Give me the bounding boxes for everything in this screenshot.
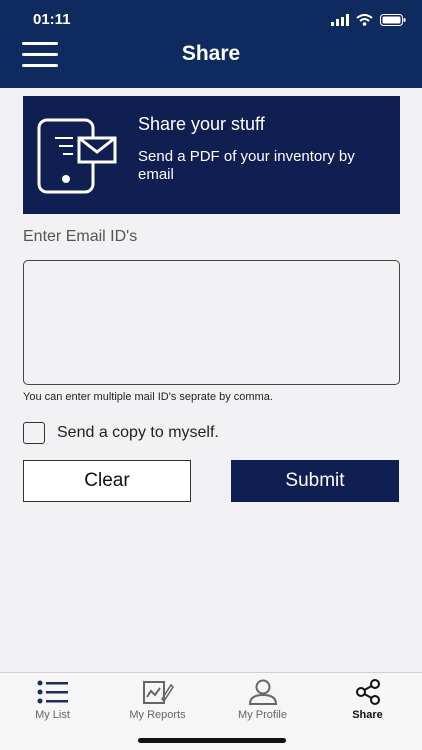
page-title: Share bbox=[181, 42, 241, 65]
tab-label: My Profile bbox=[238, 709, 287, 721]
banner-text: Send a PDF of your inventory by email bbox=[138, 148, 355, 183]
wifi-icon bbox=[356, 14, 373, 26]
list-icon bbox=[37, 680, 68, 704]
tab-my-reports[interactable]: My Reports bbox=[105, 679, 210, 721]
clear-button[interactable]: Clear bbox=[23, 460, 191, 502]
email-label: Enter Email ID's bbox=[23, 228, 138, 245]
tab-label: My Reports bbox=[129, 709, 186, 721]
tab-my-profile[interactable]: My Profile bbox=[210, 679, 315, 721]
signal-icon bbox=[331, 14, 349, 26]
submit-button[interactable]: Submit bbox=[231, 460, 399, 502]
tab-share[interactable]: Share bbox=[315, 679, 420, 721]
profile-icon bbox=[248, 679, 277, 705]
share-banner: Share your stuff Send a PDF of your inve… bbox=[23, 96, 400, 214]
banner-title: Share your stuff bbox=[138, 114, 265, 134]
share-icon bbox=[355, 679, 380, 705]
tab-my-list[interactable]: My List bbox=[0, 679, 105, 721]
send-copy-label: Send a copy to myself. bbox=[57, 424, 219, 441]
status-bar: 01:11 bbox=[0, 11, 422, 31]
app-header: 01:11 Share bbox=[0, 0, 422, 88]
home-indicator[interactable] bbox=[138, 738, 286, 743]
status-time: 01:11 bbox=[33, 11, 71, 28]
status-icons bbox=[331, 14, 406, 26]
tab-label: My List bbox=[35, 709, 70, 721]
send-copy-checkbox[interactable] bbox=[23, 422, 45, 444]
battery-icon bbox=[380, 14, 406, 26]
email-hint: You can enter multiple mail ID's seprate… bbox=[23, 391, 273, 403]
send-copy-row[interactable]: Send a copy to myself. bbox=[23, 422, 219, 444]
reports-icon bbox=[142, 681, 174, 704]
email-input[interactable] bbox=[23, 260, 400, 385]
tab-label: Share bbox=[352, 709, 383, 721]
phone-mail-icon bbox=[37, 118, 117, 194]
